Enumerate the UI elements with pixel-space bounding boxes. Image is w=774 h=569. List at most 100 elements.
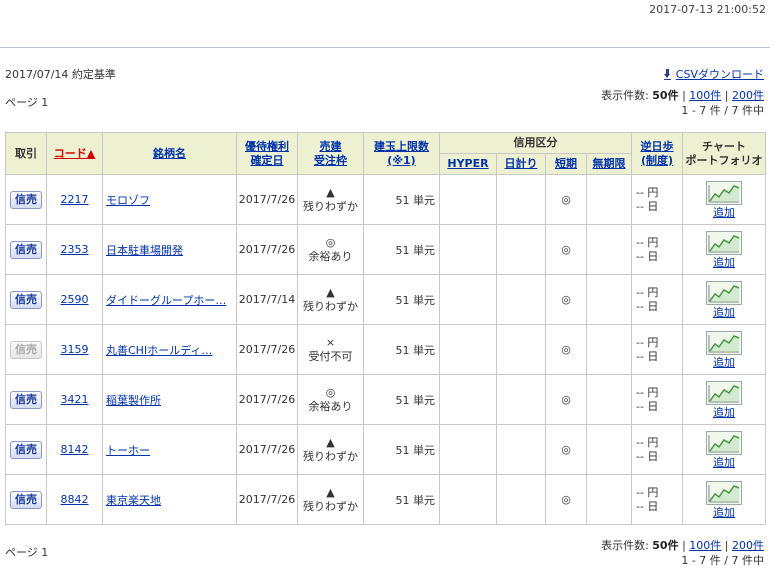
header-tategyoku-sort[interactable]: 建玉上限数 (※1) xyxy=(363,132,440,175)
gyakuhibu-yen: -- 円 xyxy=(636,385,659,399)
nichigake-cell xyxy=(496,224,546,275)
stock-code-link[interactable]: 8842 xyxy=(61,493,89,506)
museigen-cell xyxy=(586,374,632,425)
museigen-cell xyxy=(586,424,632,475)
count-200-link[interactable]: 200件 xyxy=(732,89,764,102)
gyakuhibu-yen: -- 円 xyxy=(636,335,659,349)
stock-name-link[interactable]: モロゾフ xyxy=(106,194,150,207)
header-tanki[interactable]: 短期 xyxy=(545,153,587,175)
chart-icon[interactable] xyxy=(706,180,742,205)
chart-icon[interactable] xyxy=(706,230,742,255)
tanki-cell: ◎ xyxy=(545,474,587,525)
status-text: 残りわずか xyxy=(303,499,358,513)
stock-name-link[interactable]: 丸善CHIホールディ… xyxy=(106,344,212,357)
count-100-link[interactable]: 100件 xyxy=(689,89,721,102)
gyakuhibu-day: -- 日 xyxy=(636,249,659,263)
portfolio-add-link[interactable]: 追加 xyxy=(683,406,765,419)
status-mark: ▲ xyxy=(326,485,335,499)
header-urikate-sort[interactable]: 売建 受注枠 xyxy=(297,132,364,175)
shinbai-button[interactable]: 信売 xyxy=(10,390,42,409)
kakutei-date: 2017/7/26 xyxy=(236,224,298,275)
portfolio-add-link[interactable]: 追加 xyxy=(683,356,765,369)
stock-code-link[interactable]: 8142 xyxy=(61,443,89,456)
status-mark: ▲ xyxy=(326,285,335,299)
stock-name-link[interactable]: 稲葉製作所 xyxy=(106,394,161,407)
hyper-cell xyxy=(439,274,497,325)
portfolio-add-link[interactable]: 追加 xyxy=(683,306,765,319)
gyakuhibu-day: -- 日 xyxy=(636,299,659,313)
stock-name-link[interactable]: ダイドーグループホー… xyxy=(106,294,226,307)
csv-download-link[interactable]: CSVダウンロード xyxy=(663,66,764,82)
chart-icon[interactable] xyxy=(706,330,742,355)
header-shinyou: 信用区分 xyxy=(439,132,632,154)
limit-value: 51 単元 xyxy=(363,274,440,325)
portfolio-add-link[interactable]: 追加 xyxy=(683,206,765,219)
stock-code-link[interactable]: 3421 xyxy=(61,393,89,406)
gyakuhibu-day: -- 日 xyxy=(636,499,659,513)
stock-code-link[interactable]: 2590 xyxy=(61,293,89,306)
shinbai-button[interactable]: 信売 xyxy=(10,190,42,209)
basis-date: 2017/07/14 約定基準 xyxy=(5,68,116,81)
nichigake-cell xyxy=(496,324,546,375)
gyakuhibu-day: -- 日 xyxy=(636,399,659,413)
limit-value: 51 単元 xyxy=(363,224,440,275)
count-current: 50件 xyxy=(652,89,679,102)
museigen-cell xyxy=(586,174,632,225)
header-name-sort[interactable]: 銘柄名 xyxy=(102,132,237,175)
tanki-cell: ◎ xyxy=(545,374,587,425)
table-row: 信売 8142 トーホー 2017/7/26 ▲ 残りわずか 51 単元 ◎ -- 円 -- 日追… xyxy=(5,424,766,475)
header-gyakuhibu-sort[interactable]: 逆日歩 (制度) xyxy=(631,132,683,175)
gyakuhibu-yen: -- 円 xyxy=(636,485,659,499)
header-nichigake[interactable]: 日計り xyxy=(496,153,546,175)
portfolio-add-link[interactable]: 追加 xyxy=(683,256,765,269)
header-divider xyxy=(0,47,770,48)
chart-icon[interactable] xyxy=(706,280,742,305)
chart-icon[interactable] xyxy=(706,430,742,455)
csv-download-label[interactable]: CSVダウンロード xyxy=(676,68,764,81)
stock-name-link[interactable]: 日本駐車場開発 xyxy=(106,244,183,257)
table-row: 信売 3421 稲葉製作所 2017/7/26 ◎ 余裕あり 51 単元 ◎ -- 円 -- 日追… xyxy=(5,374,766,425)
status-mark: × xyxy=(325,335,336,349)
gyakuhibu-yen: -- 円 xyxy=(636,235,659,249)
status-mark: ◎ xyxy=(325,235,336,249)
stock-name-link[interactable]: 東京楽天地 xyxy=(106,494,161,507)
hyper-cell xyxy=(439,474,497,525)
gyakuhibu-day: -- 日 xyxy=(636,449,659,463)
kakutei-date: 2017/7/14 xyxy=(236,274,298,325)
display-count-bottom: 表示件数: 50件 | 100件 | 200件 1 - 7 件 / 7 件中 xyxy=(601,539,764,567)
status-text: 受付不可 xyxy=(308,349,353,363)
stock-code-link[interactable]: 2217 xyxy=(61,193,89,206)
header-yuutai-sort[interactable]: 優待権利 確定日 xyxy=(236,132,298,175)
kakutei-date: 2017/7/26 xyxy=(236,424,298,475)
portfolio-add-link[interactable]: 追加 xyxy=(683,506,765,519)
tanki-cell: ◎ xyxy=(545,224,587,275)
header-code-sort[interactable]: コード▲ xyxy=(46,132,103,175)
header-museigen[interactable]: 無期限 xyxy=(586,153,632,175)
kakutei-date: 2017/7/26 xyxy=(236,174,298,225)
table-body: 信売 2217 モロゾフ 2017/7/26 ▲ 残りわずか 51 単元 ◎ -- 円 -- 日追… xyxy=(5,174,766,525)
stock-code-link[interactable]: 3159 xyxy=(61,343,89,356)
count-200-link-bottom[interactable]: 200件 xyxy=(732,539,764,552)
shinbai-button[interactable]: 信売 xyxy=(10,490,42,509)
chart-icon[interactable] xyxy=(706,480,742,505)
shinbai-button[interactable]: 信売 xyxy=(10,440,42,459)
museigen-cell xyxy=(586,224,632,275)
museigen-cell xyxy=(586,474,632,525)
stock-name-link[interactable]: トーホー xyxy=(106,444,150,457)
gyakuhibu-day: -- 日 xyxy=(636,199,659,213)
header-torihiki: 取引 xyxy=(5,132,47,175)
header-hyper[interactable]: HYPER xyxy=(439,153,497,175)
chart-icon[interactable] xyxy=(706,380,742,405)
stock-code-link[interactable]: 2353 xyxy=(61,243,89,256)
shinbai-button[interactable]: 信売 xyxy=(10,290,42,309)
table-row: 信売 2217 モロゾフ 2017/7/26 ▲ 残りわずか 51 単元 ◎ -- 円 -- 日追… xyxy=(5,174,766,225)
gyakuhibu-yen: -- 円 xyxy=(636,185,659,199)
limit-value: 51 単元 xyxy=(363,474,440,525)
museigen-cell xyxy=(586,274,632,325)
limit-value: 51 単元 xyxy=(363,424,440,475)
count-100-link-bottom[interactable]: 100件 xyxy=(689,539,721,552)
nichigake-cell xyxy=(496,474,546,525)
portfolio-add-link[interactable]: 追加 xyxy=(683,456,765,469)
status-text: 残りわずか xyxy=(303,199,358,213)
shinbai-button[interactable]: 信売 xyxy=(10,240,42,259)
